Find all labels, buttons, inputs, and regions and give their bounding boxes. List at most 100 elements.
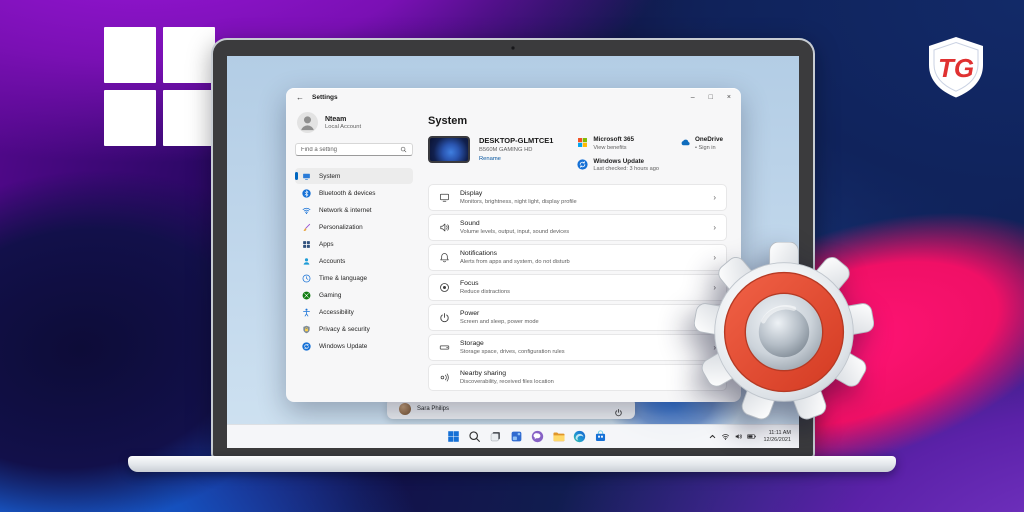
- device-name: DESKTOP-GLMTCE1: [479, 136, 553, 145]
- file-explorer-icon[interactable]: [552, 430, 565, 443]
- sidebar-nav-item[interactable]: System: [295, 168, 413, 184]
- promo-graphic: Sara Philips ← Settings – □ ×: [0, 0, 1024, 512]
- settings-card[interactable]: Display Monitors, brightness, night ligh…: [428, 184, 727, 211]
- close-icon[interactable]: ×: [727, 94, 731, 101]
- store-icon[interactable]: [594, 430, 607, 443]
- maximize-icon[interactable]: □: [709, 94, 713, 101]
- tg-badge-text: TG: [938, 53, 974, 83]
- network-icon: [302, 206, 311, 215]
- start-user-name[interactable]: Sara Philips: [417, 406, 449, 412]
- task-view-icon[interactable]: [489, 430, 502, 443]
- sidebar-nav-item[interactable]: Accessibility: [295, 304, 413, 320]
- promo-tiles: Microsoft 365 View benefits OneDrive • S…: [577, 136, 727, 172]
- system-icon: [302, 172, 311, 181]
- storage-icon: [439, 342, 450, 353]
- chevron-right-icon: ›: [713, 193, 716, 202]
- account-name: Nteam: [325, 116, 361, 123]
- power-icon: [439, 312, 450, 323]
- display-icon: [439, 192, 450, 203]
- battery-icon[interactable]: [747, 432, 756, 441]
- clock-time: 11:11 AM: [763, 430, 791, 437]
- taskbar-tray: 11:11 AM 12/26/2021: [708, 425, 791, 448]
- sidebar-nav-item[interactable]: Network & internet: [295, 202, 413, 218]
- settings-gear-graphic: [694, 242, 874, 422]
- search-box[interactable]: [295, 143, 413, 156]
- windows-logo-pane: [163, 27, 215, 83]
- settings-card[interactable]: Notifications Alerts from apps and syste…: [428, 244, 727, 271]
- tray-clock[interactable]: 11:11 AM 12/26/2021: [763, 430, 791, 444]
- gaming-icon: [302, 291, 311, 300]
- search-input[interactable]: [301, 147, 400, 153]
- settings-card[interactable]: Power Screen and sleep, power mode ›: [428, 304, 727, 331]
- search-icon: [400, 146, 407, 153]
- notifications-icon: [439, 252, 450, 263]
- apps-icon: [302, 240, 311, 249]
- sidebar-nav-item[interactable]: Privacy & security: [295, 321, 413, 337]
- window-title: Settings: [312, 94, 338, 101]
- taskbar-icons: [447, 425, 607, 448]
- device-header: DESKTOP-GLMTCE1 B560M GAMING HD Rename M…: [428, 136, 727, 172]
- time-icon: [302, 274, 311, 283]
- settings-card[interactable]: Storage Storage space, drives, configura…: [428, 334, 727, 361]
- user-avatar-icon: [297, 112, 318, 133]
- privacy-icon: [302, 325, 311, 334]
- ms365-icon: [577, 137, 588, 148]
- taskbar: 11:11 AM 12/26/2021: [227, 424, 799, 448]
- chevron-up-icon[interactable]: [708, 432, 717, 441]
- personalization-icon: [302, 223, 311, 232]
- bluetooth-icon: [302, 189, 311, 198]
- sidebar-nav-item[interactable]: Bluetooth & devices: [295, 185, 413, 201]
- promo-tile[interactable]: OneDrive • Sign in: [679, 136, 723, 151]
- page-title: System: [428, 115, 727, 127]
- sidebar-nav-item[interactable]: Accounts: [295, 253, 413, 269]
- device-thumbnail: [428, 136, 470, 163]
- webcam-dot: [511, 46, 515, 50]
- widgets-icon[interactable]: [510, 430, 523, 443]
- volume-icon[interactable]: [734, 432, 743, 441]
- sidebar-nav: System Bluetooth & devices Network & int…: [295, 168, 413, 354]
- minimize-icon[interactable]: –: [691, 94, 695, 101]
- windows-logo-pane: [104, 90, 156, 146]
- settings-card[interactable]: Focus Reduce distractions ›: [428, 274, 727, 301]
- nearby-icon: [439, 372, 450, 383]
- promo-tile[interactable]: Windows Update Last checked: 3 hours ago: [577, 158, 659, 173]
- search-icon[interactable]: [468, 430, 481, 443]
- accessibility-icon: [302, 308, 311, 317]
- onedrive-icon: [679, 137, 690, 148]
- settings-card[interactable]: Sound Volume levels, output, input, soun…: [428, 214, 727, 241]
- device-model: B560M GAMING HD: [479, 147, 553, 153]
- focus-icon: [439, 282, 450, 293]
- sidebar-nav-item[interactable]: Windows Update: [295, 338, 413, 354]
- accounts-icon: [302, 257, 311, 266]
- edge-icon[interactable]: [573, 430, 586, 443]
- settings-titlebar: ← Settings – □ ×: [286, 88, 741, 107]
- settings-window: ← Settings – □ × Nteam Local: [286, 88, 741, 402]
- wifi-icon[interactable]: [721, 432, 730, 441]
- back-icon[interactable]: ←: [296, 94, 304, 102]
- sidebar-nav-item[interactable]: Apps: [295, 236, 413, 252]
- sidebar-nav-item[interactable]: Time & language: [295, 270, 413, 286]
- account-row[interactable]: Nteam Local Account: [297, 112, 411, 133]
- account-type: Local Account: [325, 124, 361, 130]
- chevron-right-icon: ›: [713, 223, 716, 232]
- update-icon: [577, 159, 588, 170]
- chat-icon[interactable]: [531, 430, 544, 443]
- sound-icon: [439, 222, 450, 233]
- start-user-avatar[interactable]: [399, 403, 411, 415]
- clock-date: 12/26/2021: [763, 437, 791, 444]
- update-icon: [302, 342, 311, 351]
- sidebar-nav-item[interactable]: Gaming: [295, 287, 413, 303]
- laptop-base: [128, 456, 896, 472]
- settings-cards: Display Monitors, brightness, night ligh…: [428, 184, 727, 391]
- settings-sidebar: Nteam Local Account: [286, 107, 422, 402]
- windows-logo-pane: [163, 90, 215, 146]
- start-icon[interactable]: [447, 430, 460, 443]
- power-icon[interactable]: [614, 404, 623, 413]
- tg-brand-badge: TG: [922, 34, 990, 102]
- sidebar-nav-item[interactable]: Personalization: [295, 219, 413, 235]
- windows-logo-watermark: [104, 27, 215, 146]
- rename-link[interactable]: Rename: [479, 156, 553, 162]
- tray-icons-group: [708, 432, 756, 441]
- promo-tile[interactable]: Microsoft 365 View benefits: [577, 136, 659, 151]
- settings-card[interactable]: Nearby sharing Discoverability, received…: [428, 364, 727, 391]
